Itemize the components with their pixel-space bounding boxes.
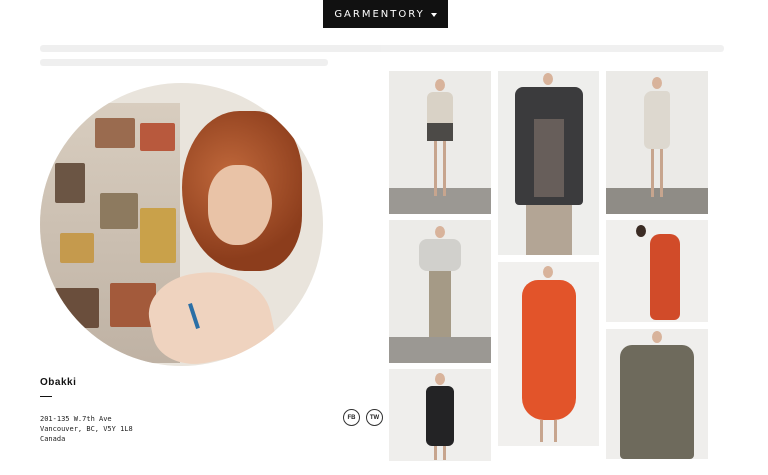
product-card[interactable] <box>606 71 708 214</box>
product-card[interactable] <box>389 369 491 461</box>
address-line: Vancouver, BC, V5Y 1L8 <box>40 425 133 433</box>
address-line: Canada <box>40 435 66 443</box>
product-card[interactable] <box>498 262 599 446</box>
product-card[interactable] <box>389 220 491 363</box>
brand-menu-button[interactable]: GARMENTORY <box>323 0 448 28</box>
twitter-icon[interactable]: TW <box>366 409 383 426</box>
product-card[interactable] <box>606 220 708 322</box>
address-line: 201-135 W.7th Ave <box>40 415 112 423</box>
divider <box>40 396 52 397</box>
designer-portrait <box>40 83 323 366</box>
product-card[interactable] <box>498 71 599 255</box>
caret-down-icon <box>430 13 437 17</box>
product-card[interactable] <box>606 329 708 459</box>
designer-name: Obakki <box>40 377 77 388</box>
facebook-icon[interactable]: FB <box>343 409 360 426</box>
product-card[interactable] <box>389 71 491 214</box>
brand-label: GARMENTORY <box>334 8 425 20</box>
designer-address: 201-135 W.7th Ave Vancouver, BC, V5Y 1L8… <box>40 414 133 444</box>
